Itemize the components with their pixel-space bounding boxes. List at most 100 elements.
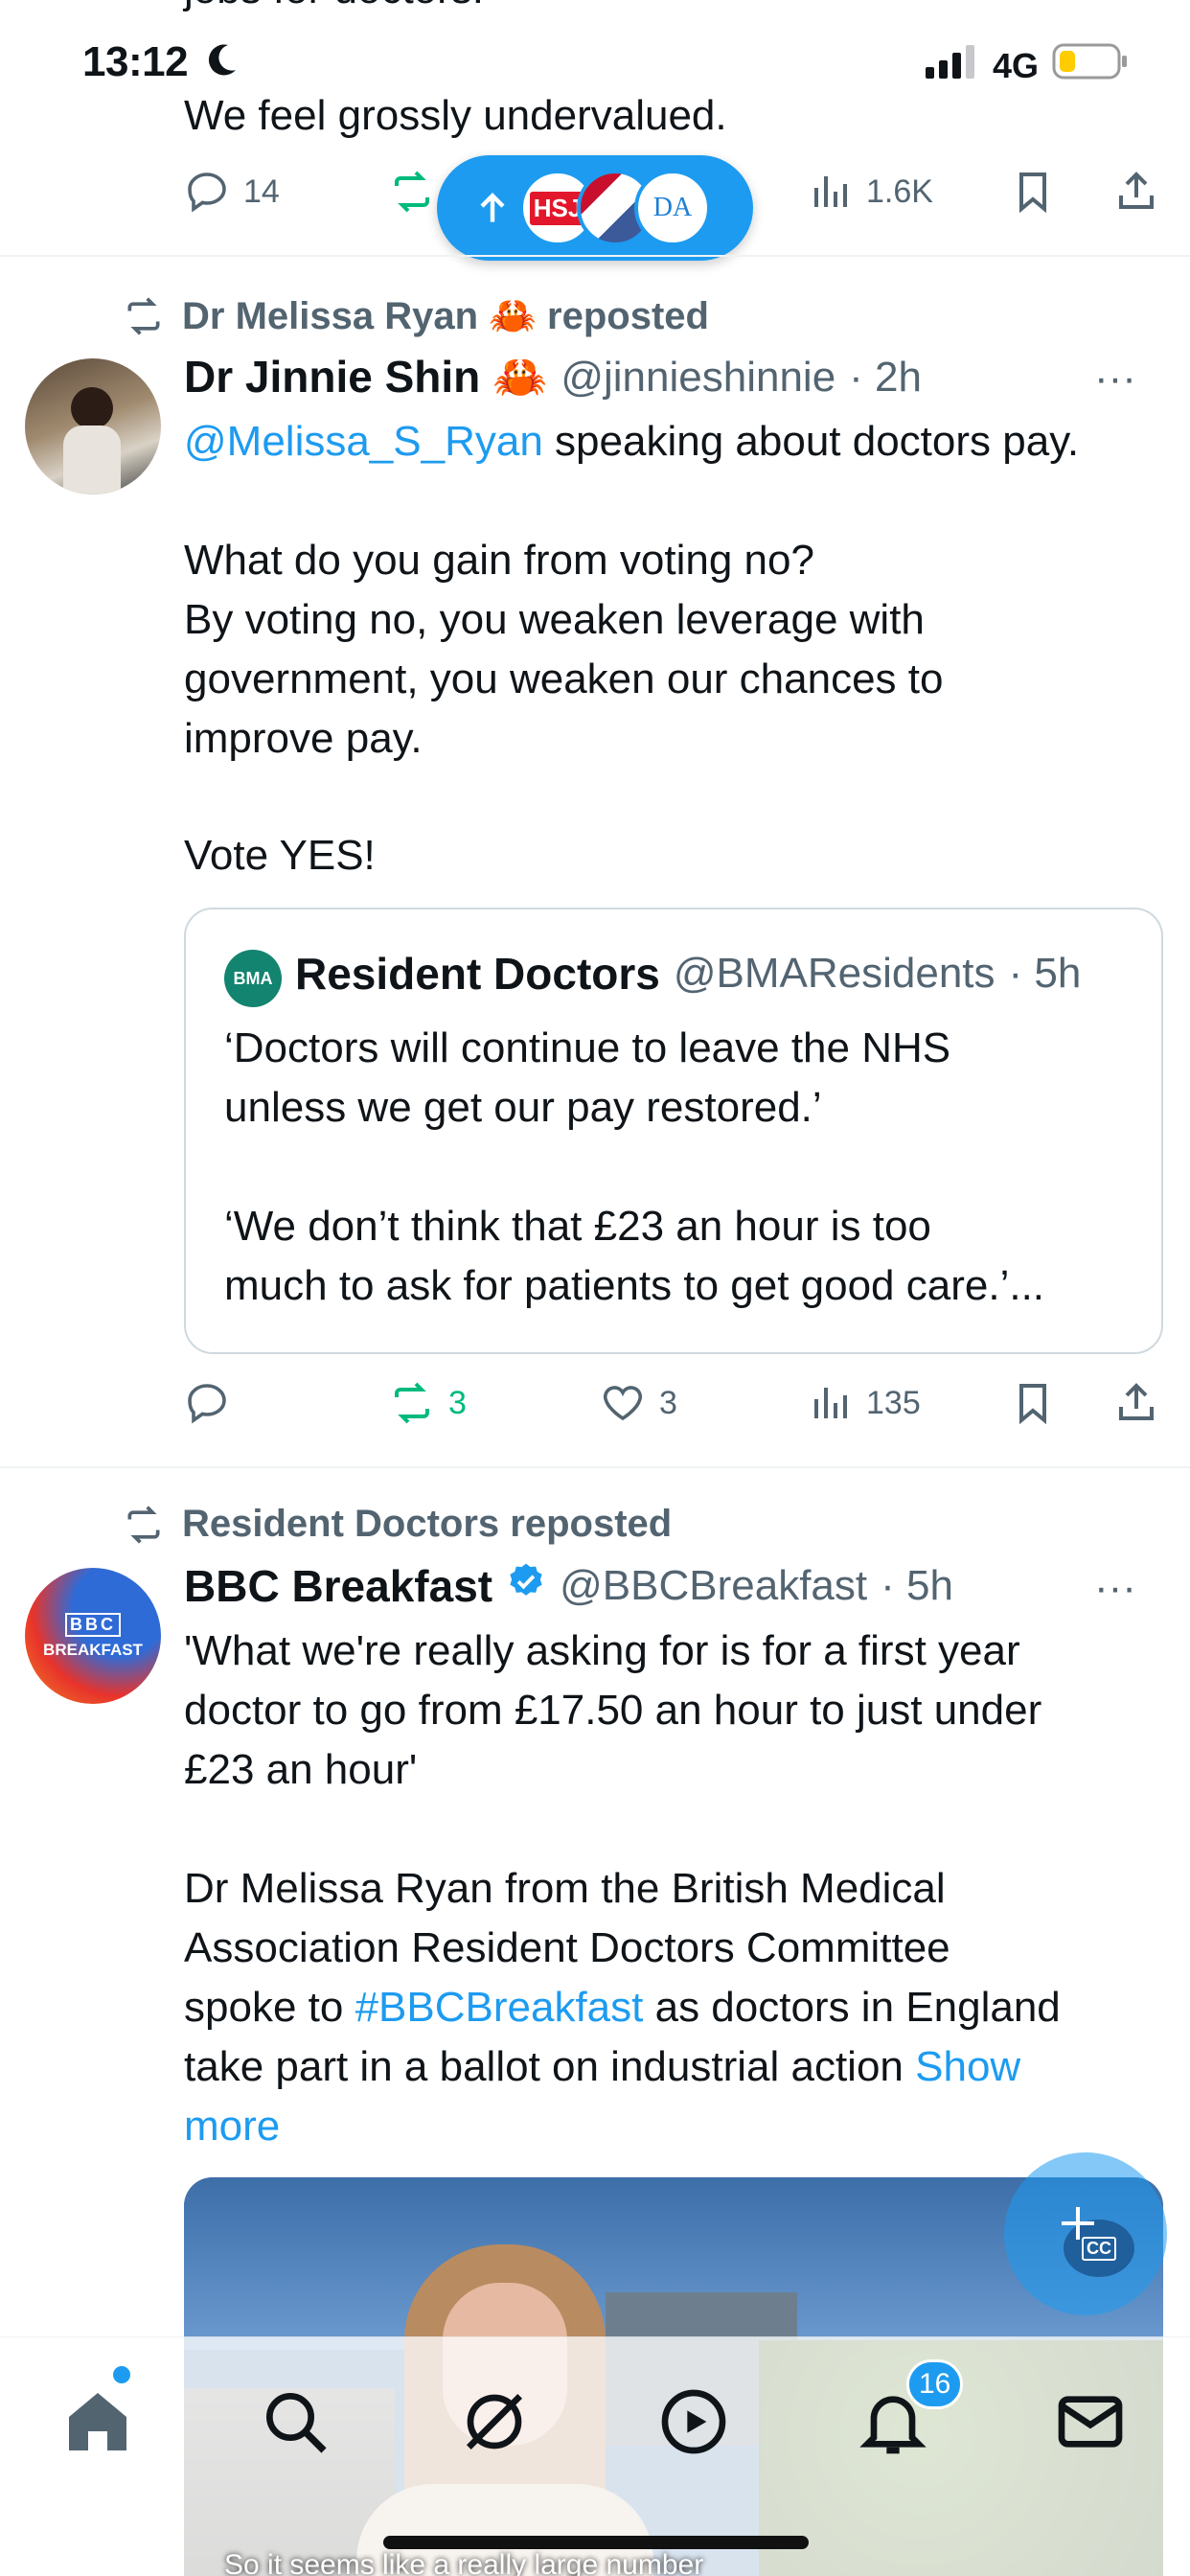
status-indicators: 4G — [925, 42, 1129, 89]
quoted-time: · 5h — [1008, 950, 1082, 997]
search-icon — [266, 2393, 327, 2453]
repost-context: Dr Melissa Ryan 🦀 reposted — [123, 293, 709, 338]
author-name[interactable]: Dr Jinnie Shin 🦀 — [184, 351, 547, 403]
share-icon — [1119, 1383, 1154, 1420]
reply-button[interactable] — [184, 1380, 230, 1426]
compose-button[interactable]: CC — [1004, 2152, 1167, 2315]
repost-icon — [127, 1505, 160, 1544]
tab-video[interactable] — [655, 2383, 732, 2460]
tweet-text-part: speaking about doctors pay. — [542, 418, 1080, 465]
quoted-author-name: Resident Doctors — [295, 949, 660, 999]
tab-grok[interactable] — [456, 2383, 533, 2460]
author-handle[interactable]: @BBCBreakfast — [560, 1562, 867, 1610]
show-more-link[interactable]: more — [184, 2097, 1061, 2156]
moon-icon — [205, 41, 240, 90]
home-indicator[interactable] — [383, 2536, 809, 2549]
repost-context-label: Dr Melissa Ryan 🦀 reposted — [182, 295, 709, 337]
bookmark-button[interactable] — [1010, 169, 1056, 215]
tweet-line: Vote YES! — [184, 832, 376, 879]
views-icon — [814, 1388, 847, 1418]
previous-tweet-text: We feel grossly undervalued. — [184, 92, 727, 139]
previous-tweet-clipped-line: jobs for doctors. — [184, 0, 484, 13]
repost-context: Resident Doctors reposted — [123, 1503, 672, 1546]
share-button[interactable] — [1113, 169, 1159, 215]
mention-link[interactable]: @Melissa_S_Ryan — [184, 418, 543, 465]
bookmark-icon — [1019, 1384, 1046, 1425]
tweet-text-part: as doctors in England — [643, 1984, 1061, 2031]
tweet-line: doctor to go from £17.50 an hour to just… — [184, 1687, 1042, 1734]
reply-icon — [188, 1384, 226, 1424]
share-button[interactable] — [1113, 1380, 1159, 1426]
tab-search[interactable] — [257, 2383, 333, 2460]
like-button[interactable]: 3 — [600, 1380, 677, 1426]
tweet-line: improve pay. — [184, 715, 423, 762]
tweet-line: spoke to #BBCBreakfast as doctors in Eng… — [184, 1978, 1061, 2037]
bookmark-button[interactable] — [1010, 1380, 1056, 1426]
tweet-text-part: spoke to — [184, 1984, 355, 2031]
repost-icon — [395, 1382, 429, 1424]
quoted-line: much to ask for patients to get good car… — [224, 1262, 1045, 1309]
repost-button[interactable] — [389, 169, 435, 215]
compose-plus-icon: CC — [1064, 2220, 1134, 2277]
tweet-paragraph: What do you gain from voting no? By voti… — [184, 531, 943, 769]
tweet-text: @Melissa_S_Ryan speaking about doctors p… — [184, 412, 1079, 472]
quoted-tweet-card[interactable]: BMA Resident Doctors @BMAResidents · 5h … — [184, 908, 1163, 1354]
mail-icon — [1058, 2396, 1123, 2448]
home-unread-dot — [113, 2366, 130, 2383]
show-more-link[interactable]: Show — [915, 2043, 1020, 2090]
tweet-line: Association Resident Doctors Committee — [184, 1924, 950, 1971]
tweet-author[interactable]: BBC Breakfast @BBCBreakfast · 5h — [184, 1560, 953, 1612]
like-count: 3 — [659, 1384, 677, 1421]
reply-button[interactable]: 14 — [184, 169, 280, 215]
tweet-line: £23 an hour' — [184, 1746, 418, 1793]
tweet-line: 'What we're really asking for is for a f… — [184, 1627, 1020, 1674]
notifications-badge: 16 — [906, 2359, 964, 2409]
tweet-line: take part in a ballot on industrial acti… — [184, 2037, 1061, 2097]
plus-bar — [1076, 2207, 1080, 2240]
views-button[interactable]: 1.6K — [807, 169, 933, 215]
heart-icon — [603, 1386, 643, 1421]
divider — [0, 1466, 1190, 1468]
quoted-author: Resident Doctors @BMAResidents · 5h — [295, 948, 1081, 1000]
tweet-text-part: take part in a ballot on industrial acti… — [184, 2043, 916, 2090]
share-icon — [1119, 172, 1154, 209]
avatar-logo-text: BREAKFAST — [43, 1640, 143, 1659]
view-count: 135 — [866, 1384, 921, 1421]
divider — [0, 255, 1190, 257]
repost-context-label: Resident Doctors reposted — [182, 1503, 673, 1545]
tweet-line: government, you weaken our chances to — [184, 656, 944, 702]
grok-icon — [466, 2393, 523, 2450]
author-name[interactable]: BBC Breakfast — [184, 1560, 492, 1612]
repost-icon — [395, 171, 429, 213]
quoted-text: ‘Doctors will continue to leave the NHS … — [224, 1019, 1044, 1316]
tweet-time[interactable]: · 2h — [849, 354, 922, 402]
home-icon — [69, 2393, 126, 2450]
video-caption: So it seems like a really large number — [224, 2549, 704, 2576]
new-posts-pill[interactable]: HSJ DA — [437, 155, 753, 261]
reply-count: 14 — [243, 172, 280, 210]
tab-messages[interactable] — [1052, 2383, 1129, 2460]
tweet-paragraph: Dr Melissa Ryan from the British Medical… — [184, 1859, 1061, 2156]
hashtag-link[interactable]: #BBCBreakfast — [355, 1984, 644, 2031]
arrow-up-icon — [480, 193, 505, 222]
views-button[interactable]: 135 — [807, 1380, 921, 1426]
bookmark-icon — [1019, 172, 1046, 214]
repost-icon — [127, 296, 160, 335]
tab-home[interactable] — [59, 2383, 136, 2460]
reply-icon — [188, 172, 226, 213]
avatar[interactable]: BBC BREAKFAST — [25, 1568, 161, 1704]
author-handle[interactable]: @jinnieshinnie — [561, 354, 835, 402]
tweet-line: By voting no, you weaken leverage with — [184, 596, 925, 643]
tweet-author[interactable]: Dr Jinnie Shin 🦀 @jinnieshinnie · 2h — [184, 351, 922, 403]
quoted-line: ‘We don’t think that £23 an hour is too — [224, 1203, 931, 1250]
tweet-time[interactable]: · 5h — [881, 1562, 953, 1610]
tweet-line: Dr Melissa Ryan from the British Medical — [184, 1865, 946, 1912]
avatar[interactable] — [25, 358, 161, 494]
views-icon — [814, 176, 847, 207]
signal-icon — [925, 44, 979, 87]
tweet-line: What do you gain from voting no? — [184, 537, 814, 584]
more-icon[interactable]: ··· — [1094, 1564, 1136, 1612]
more-icon[interactable]: ··· — [1094, 355, 1136, 402]
repost-button[interactable]: 3 — [389, 1380, 467, 1426]
view-count: 1.6K — [866, 172, 933, 210]
